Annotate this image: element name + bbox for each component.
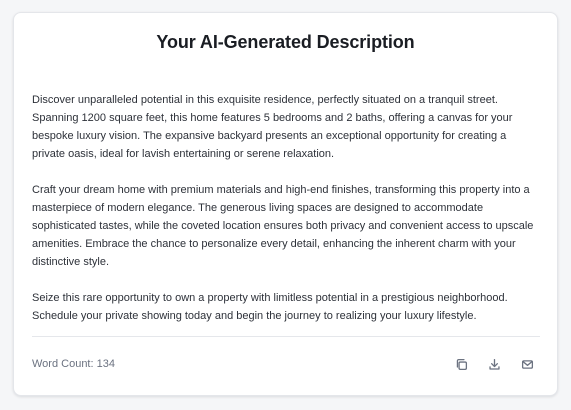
description-paragraph-1: Discover unparalleled potential in this …: [32, 94, 513, 160]
description-paragraph-2: Craft your dream home with premium mater…: [32, 184, 534, 268]
download-button[interactable]: [486, 356, 502, 372]
word-count: Word Count: 134: [32, 358, 115, 370]
email-button[interactable]: [519, 356, 535, 372]
description-paragraph-3: Seize this rare opportunity to own a pro…: [32, 292, 508, 322]
footer-divider: [32, 336, 540, 337]
copy-button[interactable]: [453, 356, 469, 372]
mail-icon: [521, 359, 533, 369]
description-card: Your AI-Generated Description Discover u…: [13, 12, 558, 396]
action-toolbar: [453, 356, 535, 372]
card-title: Your AI-Generated Description: [156, 32, 415, 52]
description-body: Discover unparalleled potential in this …: [32, 91, 540, 343]
copy-icon: [456, 358, 467, 370]
download-icon: [488, 358, 500, 370]
